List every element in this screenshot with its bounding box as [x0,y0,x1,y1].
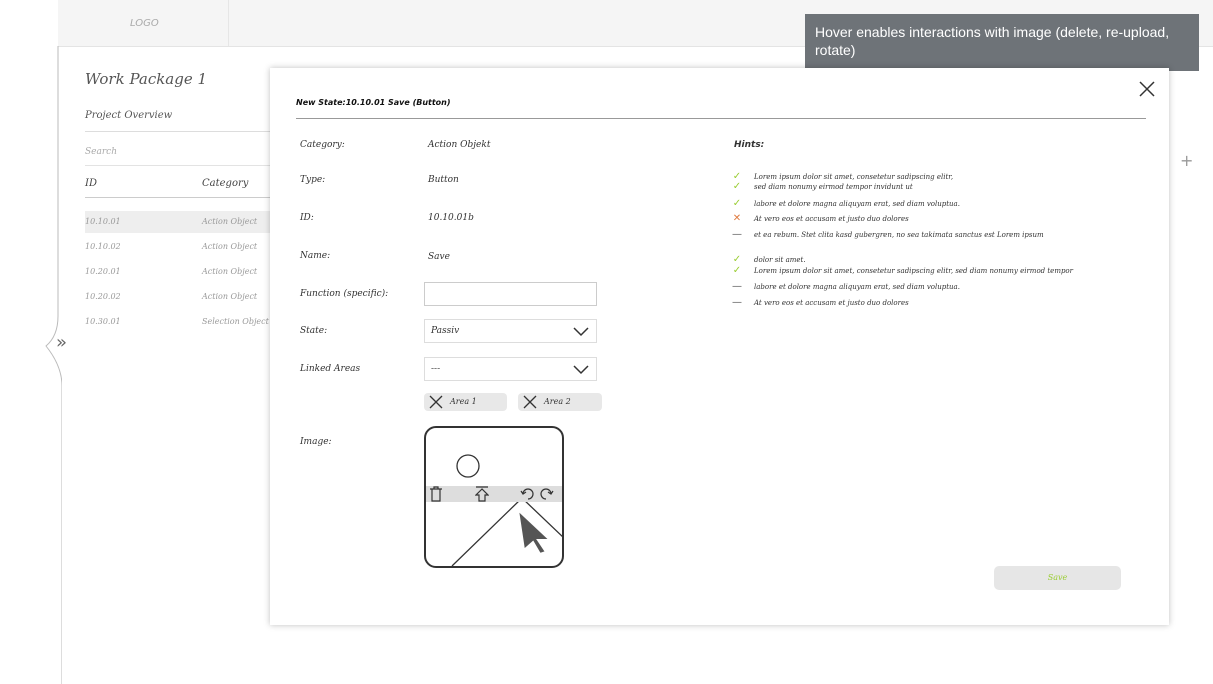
hints-title: Hints: [734,140,765,150]
type-label: Type: [300,175,326,185]
hint-text: et ea rebum. Stet clita kasd gubergren, … [754,231,1044,239]
save-button[interactable]: Save [994,566,1121,590]
state-select[interactable]: Passiv [424,319,597,343]
check-icon: ✓ [732,265,742,276]
function-label: Function (specific): [300,289,389,299]
check-icon: ✓ [732,254,742,265]
state-selected-value: Passiv [431,326,460,336]
row-id: 10.30.01 [85,317,121,326]
dash-icon: — [732,297,742,308]
image-label: Image: [300,437,332,447]
remove-icon[interactable] [429,395,443,409]
hint-text: labore et dolore magna aliquyam erat, se… [754,283,960,291]
close-icon[interactable] [1136,78,1158,100]
trash-icon[interactable] [429,486,443,503]
logo: LOGO [130,18,159,29]
hint-text: dolor sit amet. [754,256,806,264]
search-input[interactable]: Search [85,147,117,157]
linked-areas-selected-value: --- [431,364,441,374]
linked-area-chip[interactable]: Area 2 [518,393,602,411]
category-label: Category: [300,140,345,150]
check-icon: ✓ [732,198,742,209]
row-category: Action Object [202,242,258,251]
add-icon[interactable]: + [1180,151,1193,170]
hover-tooltip: Hover enables interactions with image (d… [805,14,1199,71]
row-category: Action Object [202,217,258,226]
id-label: ID: [300,213,314,223]
type-value: Button [428,175,459,185]
hint-text: labore et dolore magna aliquyam erat, se… [754,200,960,208]
rotate-right-icon[interactable] [538,487,554,501]
hint-text: Lorem ipsum dolor sit amet, consetetur s… [754,173,954,181]
chevron-down-icon [573,365,589,375]
category-value: Action Objekt [428,140,491,150]
table-row[interactable]: 10.10.02 Action Object [85,236,275,258]
chip-label: Area 1 [450,397,477,406]
chip-label: Area 2 [544,397,571,406]
cursor-icon [516,507,553,556]
linked-areas-label: Linked Areas [300,364,361,374]
id-value: 10.10.01b [428,213,474,223]
expand-sidebar-icon[interactable]: » [56,332,67,353]
project-overview-label: Project Overview [85,110,173,121]
state-label: State: [300,326,328,336]
row-category: Action Object [202,292,258,301]
dash-icon: — [732,229,742,240]
row-category: Action Object [202,267,258,276]
sidebar-edge [45,46,62,684]
row-id: 10.20.01 [85,267,121,276]
hint-text: At vero eos et accusam et justo duo dolo… [754,299,909,307]
row-category: Selection Object [202,317,269,326]
linked-areas-select[interactable]: --- [424,357,597,381]
title-divider [296,118,1146,119]
search-underline [85,165,275,166]
row-id: 10.10.02 [85,242,121,251]
row-id: 10.10.01 [85,217,121,226]
dash-icon: — [732,281,742,292]
remove-icon[interactable] [523,395,537,409]
table-row[interactable]: 10.20.01 Action Object [85,261,275,283]
column-header-id[interactable]: ID [85,178,97,189]
work-package-title: Work Package 1 [85,70,208,88]
table-row[interactable]: 10.10.01 Action Object [85,211,275,233]
hint-text: Lorem ipsum dolor sit amet, consetetur s… [754,267,1073,275]
linked-area-chip[interactable]: Area 1 [424,393,507,411]
divider [85,131,275,132]
function-input[interactable] [424,282,597,306]
hint-text: At vero eos et accusam et justo duo dolo… [754,215,909,223]
modal-title: New State:10.10.01 Save (Button) [296,98,451,107]
row-id: 10.20.02 [85,292,121,301]
column-header-category[interactable]: Category [202,178,248,189]
header-divider [85,197,275,198]
rotate-left-icon[interactable] [520,487,536,501]
hint-text: sed diam nonumy eirmod tempor invidunt u… [754,183,913,191]
chevron-down-icon [573,327,589,337]
upload-icon[interactable] [475,486,489,503]
cross-icon: ✕ [732,213,742,224]
check-icon: ✓ [732,181,742,192]
name-value: Save [428,252,450,262]
table-row[interactable]: 10.30.01 Selection Object [85,311,275,333]
name-label: Name: [300,251,331,261]
image-upload[interactable] [424,426,564,568]
new-state-modal: New State:10.10.01 Save (Button) Categor… [270,68,1169,625]
table-row[interactable]: 10.20.02 Action Object [85,286,275,308]
